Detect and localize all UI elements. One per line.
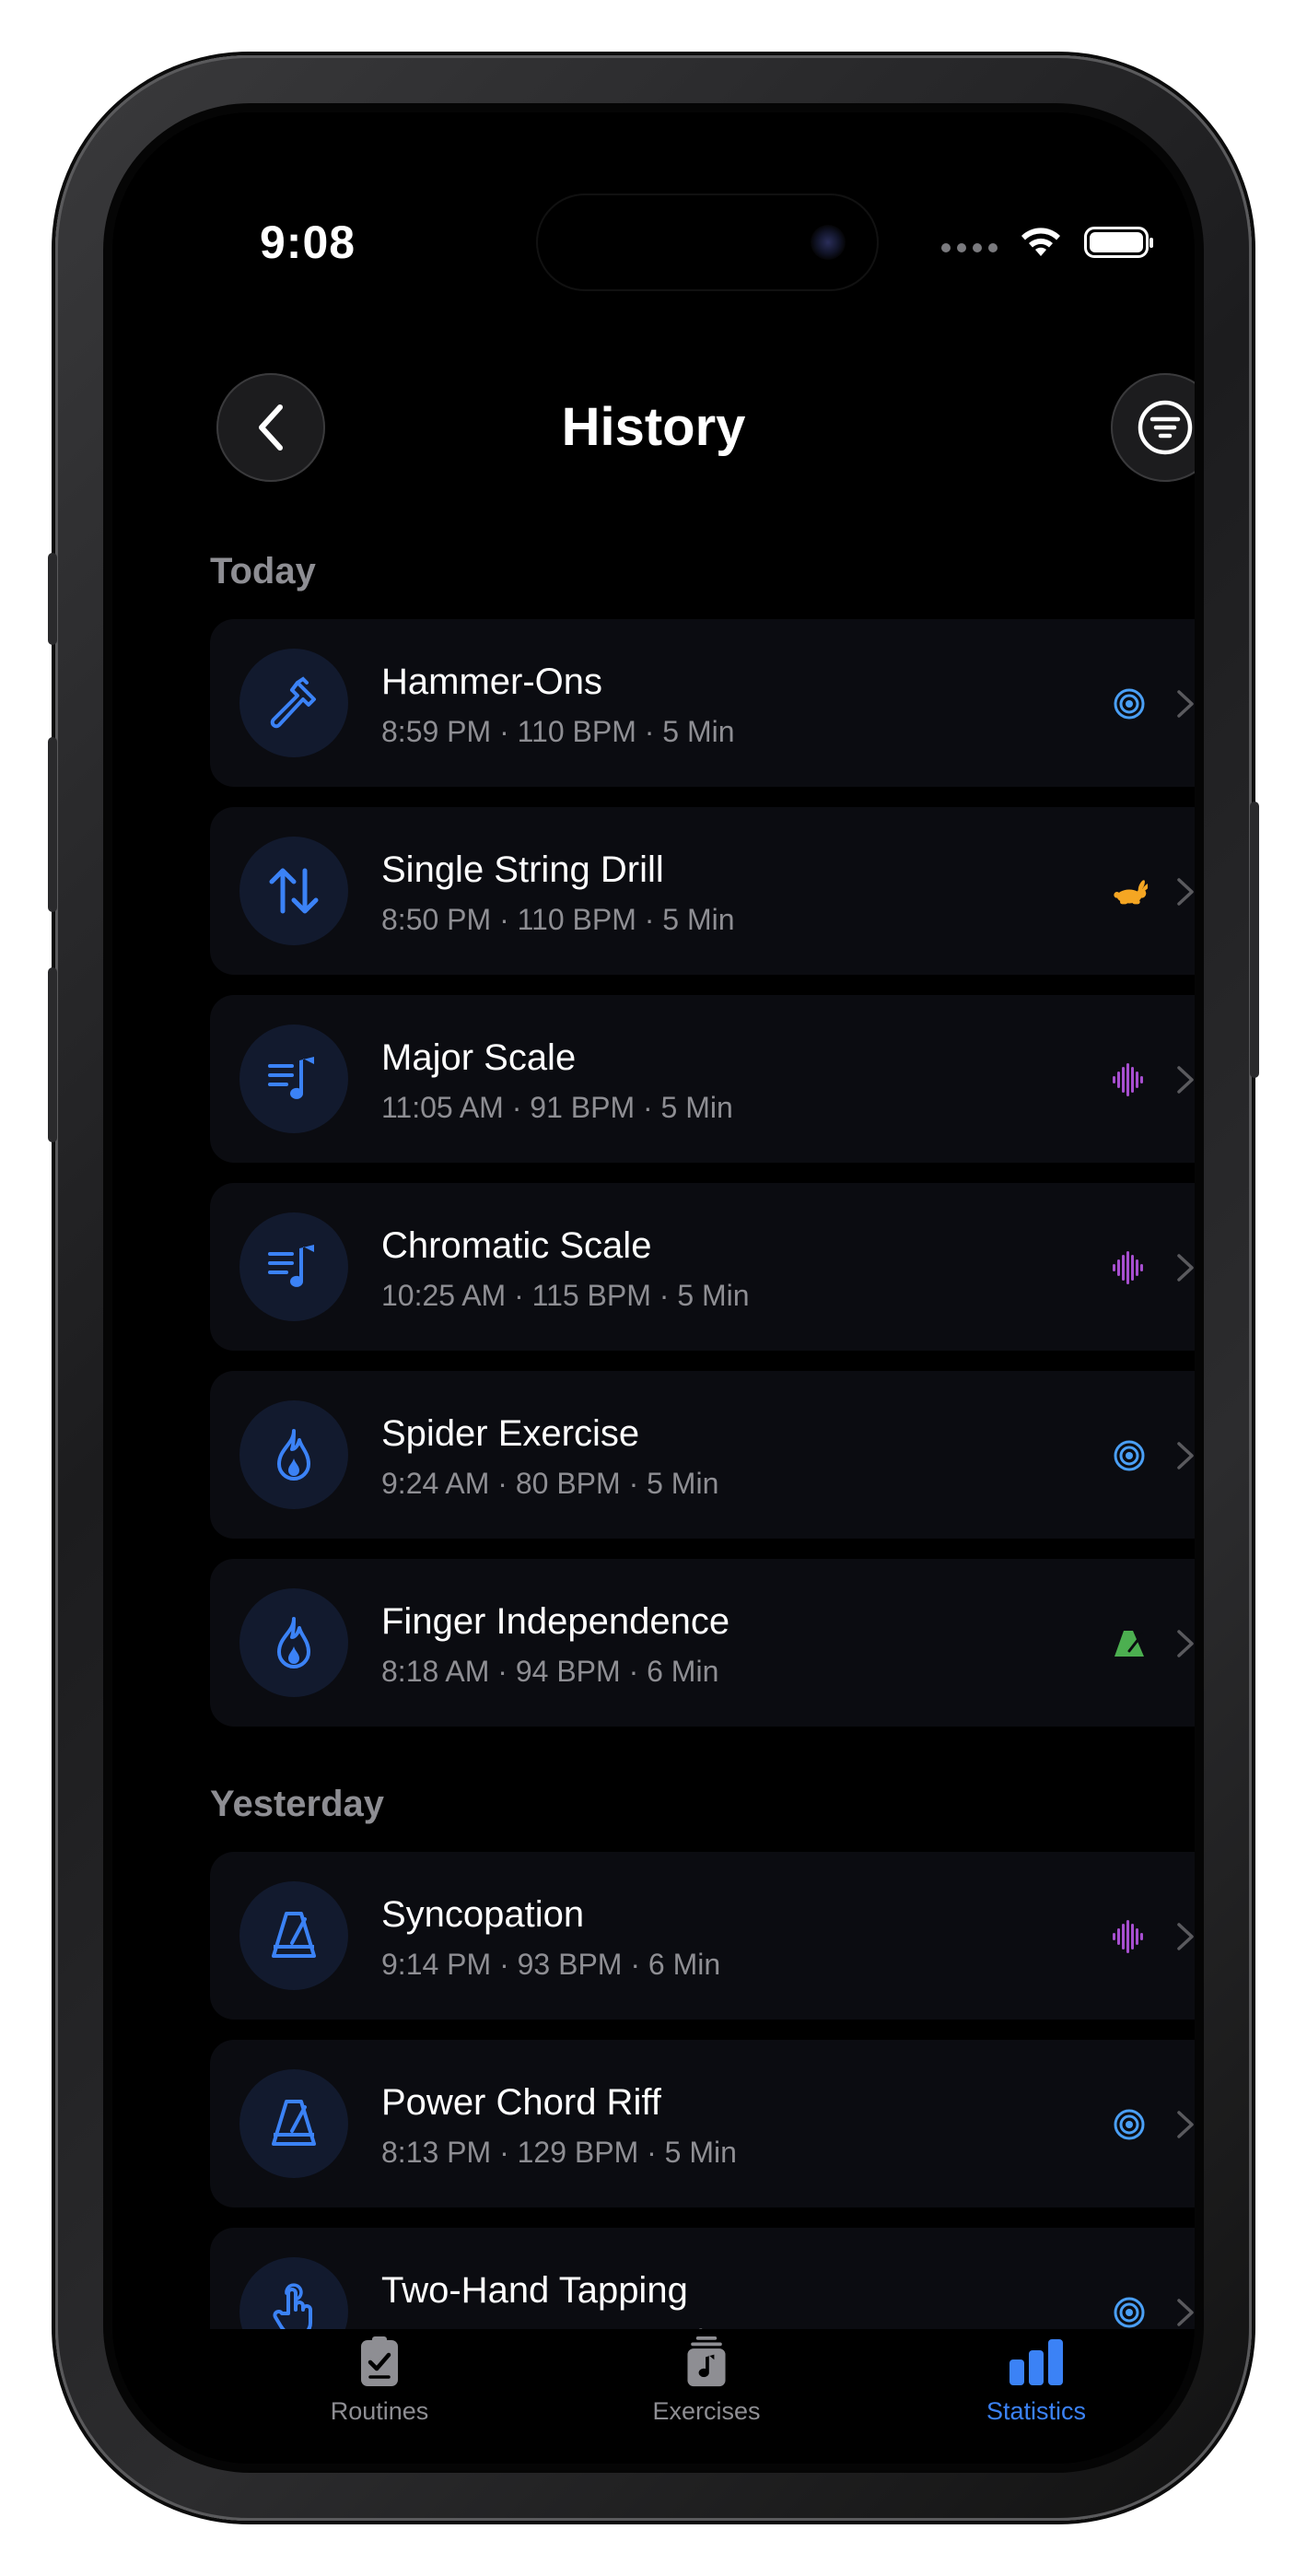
exercise-name: Power Chord Riff bbox=[381, 2082, 661, 2123]
chevron-right-icon bbox=[1177, 1442, 1194, 1469]
power-button bbox=[1250, 802, 1259, 1078]
history-item[interactable]: Finger Independence 8:18 AM · 94 BPM · 6… bbox=[210, 1559, 1195, 1727]
chevron-right-icon bbox=[1177, 2111, 1194, 2138]
exercise-name: Finger Independence bbox=[381, 1601, 730, 1642]
section-header: Today bbox=[210, 551, 316, 591]
tab-routines-label: Routines bbox=[330, 2397, 429, 2425]
chevron-right-icon bbox=[1177, 1923, 1194, 1950]
exercise-name: Chromatic Scale bbox=[381, 1225, 652, 1266]
clipboard-check-icon bbox=[361, 2336, 398, 2386]
exercise-meta: 10:25 AM · 115 BPM · 5 Min bbox=[381, 1279, 750, 1312]
history-item[interactable]: Chromatic Scale 10:25 AM · 115 BPM · 5 M… bbox=[210, 1183, 1195, 1351]
action-button bbox=[48, 553, 57, 645]
waveform-icon bbox=[1111, 1918, 1148, 1955]
metronome-icon bbox=[239, 1881, 348, 1990]
tab-bar: Routines Exercises Statistics bbox=[112, 2329, 1195, 2464]
history-item[interactable]: Spider Exercise 9:24 AM · 80 BPM · 5 Min bbox=[210, 1371, 1195, 1539]
phone-frame: 9:08 History Today Hammer-Ons 8:59 PM · … bbox=[48, 55, 1259, 2521]
exercise-name: Hammer-Ons bbox=[381, 662, 603, 702]
tab-exercises[interactable]: Exercises bbox=[587, 2336, 826, 2426]
metronome-icon bbox=[1111, 1625, 1148, 1662]
chevron-right-icon bbox=[1177, 2299, 1194, 2326]
tab-routines[interactable]: Routines bbox=[260, 2336, 499, 2426]
chevron-right-icon bbox=[1177, 1254, 1194, 1282]
hammer-icon bbox=[239, 649, 348, 757]
page-title: History bbox=[561, 397, 746, 457]
history-item[interactable]: Single String Drill 8:50 PM · 110 BPM · … bbox=[210, 807, 1195, 975]
target-icon bbox=[1111, 1437, 1148, 1474]
exercise-meta: 11:05 AM · 91 BPM · 5 Min bbox=[381, 1091, 733, 1124]
chevron-right-icon bbox=[1177, 1066, 1194, 1094]
history-item[interactable]: Power Chord Riff 8:13 PM · 129 BPM · 5 M… bbox=[210, 2040, 1195, 2207]
section-header: Yesterday bbox=[210, 1784, 385, 1824]
signal-dots-icon bbox=[941, 243, 998, 252]
chevron-right-icon bbox=[1177, 690, 1194, 718]
history-item[interactable]: Hammer-Ons 8:59 PM · 110 BPM · 5 Min bbox=[210, 619, 1195, 787]
exercise-meta: 8:18 AM · 94 BPM · 6 Min bbox=[381, 1655, 719, 1688]
rabbit-icon bbox=[1111, 873, 1148, 910]
target-icon bbox=[1111, 2106, 1148, 2143]
tab-statistics-label: Statistics bbox=[986, 2397, 1087, 2425]
history-item[interactable]: Syncopation 9:14 PM · 93 BPM · 6 Min bbox=[210, 1852, 1195, 2020]
exercise-name: Two-Hand Tapping bbox=[381, 2270, 688, 2311]
battery-icon bbox=[1084, 227, 1153, 258]
exercise-meta: 8:50 PM · 110 BPM · 5 Min bbox=[381, 903, 735, 936]
music-stack-icon bbox=[687, 2336, 726, 2387]
volume-up-button bbox=[48, 737, 57, 912]
chevron-right-icon bbox=[1177, 1630, 1194, 1657]
music-list-icon bbox=[239, 1212, 348, 1321]
camera-icon bbox=[811, 225, 846, 260]
flame-icon bbox=[239, 1588, 348, 1697]
status-indicators bbox=[941, 225, 1153, 260]
filter-button[interactable] bbox=[1111, 373, 1195, 482]
waveform-icon bbox=[1111, 1061, 1148, 1098]
target-icon bbox=[1111, 685, 1148, 722]
exercise-name: Spider Exercise bbox=[381, 1413, 640, 1454]
tab-exercises-label: Exercises bbox=[652, 2397, 761, 2425]
exercise-meta: 8:59 PM · 110 BPM · 5 Min bbox=[381, 715, 735, 748]
volume-down-button bbox=[48, 967, 57, 1142]
history-item[interactable]: Major Scale 11:05 AM · 91 BPM · 5 Min bbox=[210, 995, 1195, 1163]
filter-icon bbox=[1138, 400, 1193, 455]
arrows-up-down-icon bbox=[239, 837, 348, 945]
tab-statistics[interactable]: Statistics bbox=[916, 2336, 1156, 2426]
exercise-meta: 9:14 PM · 93 BPM · 6 Min bbox=[381, 1948, 721, 1981]
screen: 9:08 History Today Hammer-Ons 8:59 PM · … bbox=[112, 112, 1195, 2464]
flame-icon bbox=[239, 1400, 348, 1509]
metronome-icon bbox=[239, 2069, 348, 2178]
exercise-name: Syncopation bbox=[381, 1894, 585, 1935]
dynamic-island bbox=[538, 195, 877, 289]
music-list-icon bbox=[239, 1025, 348, 1133]
bar-chart-icon bbox=[1009, 2339, 1063, 2385]
target-icon bbox=[1111, 2294, 1148, 2331]
chevron-right-icon bbox=[1177, 878, 1194, 906]
wifi-icon bbox=[1021, 228, 1060, 256]
exercise-name: Major Scale bbox=[381, 1037, 577, 1078]
exercise-name: Single String Drill bbox=[381, 849, 664, 890]
waveform-icon bbox=[1111, 1249, 1148, 1286]
exercise-meta: 8:13 PM · 129 BPM · 5 Min bbox=[381, 2136, 737, 2169]
exercise-meta: 9:24 AM · 80 BPM · 5 Min bbox=[381, 1467, 719, 1500]
status-time: 9:08 bbox=[260, 217, 356, 268]
